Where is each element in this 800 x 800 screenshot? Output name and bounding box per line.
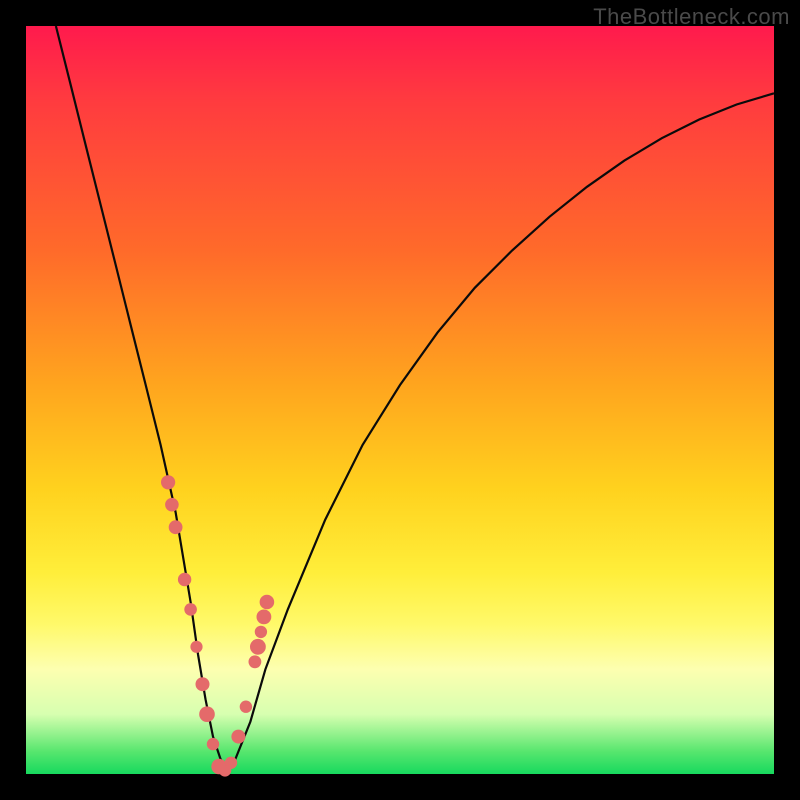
watermark-text: TheBottleneck.com	[593, 4, 790, 30]
highlight-dot	[240, 701, 252, 713]
highlight-dot	[207, 738, 219, 750]
plot-area	[26, 26, 774, 774]
highlight-dot	[249, 655, 262, 668]
highlight-dot	[255, 626, 267, 638]
highlight-dot	[196, 677, 210, 691]
highlight-dot	[260, 595, 275, 610]
highlight-dot	[161, 475, 175, 489]
highlight-dot	[184, 603, 197, 616]
highlight-dot	[190, 641, 202, 653]
bottleneck-curve	[56, 26, 774, 770]
highlight-dot	[257, 610, 272, 625]
chart-frame: TheBottleneck.com	[0, 0, 800, 800]
highlight-dot	[165, 498, 179, 512]
highlight-dot	[199, 706, 215, 722]
chart-svg	[26, 26, 774, 774]
highlight-dot	[250, 639, 266, 655]
highlight-dot	[178, 573, 191, 586]
highlight-dot	[225, 757, 237, 769]
highlight-dot	[169, 520, 183, 534]
highlight-dot	[231, 730, 245, 744]
